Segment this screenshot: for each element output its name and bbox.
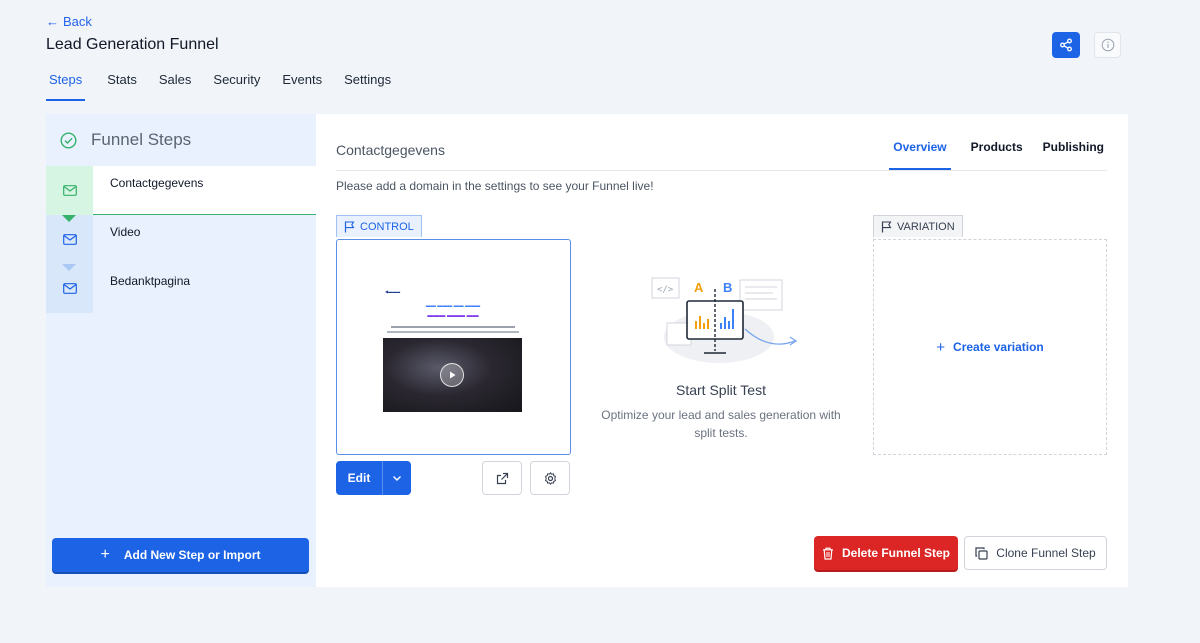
back-label: Back bbox=[63, 14, 92, 29]
sidebar-header: Funnel Steps bbox=[46, 114, 316, 166]
play-icon bbox=[440, 363, 464, 387]
sidebar-step-bedanktpagina[interactable]: Bedanktpagina bbox=[46, 264, 316, 313]
info-icon bbox=[1101, 38, 1114, 52]
sidebar-step-contactgegevens[interactable]: Contactgegevens bbox=[46, 166, 316, 222]
step-arrow bbox=[62, 215, 76, 222]
tab-events[interactable]: Events bbox=[282, 72, 322, 101]
page-thumbnail: ◀▬▬▬ ▬▬ ▬▬▬ ▬▬ ▬▬▬ ▬▬▬ ▬▬▬ ▬▬ bbox=[383, 286, 523, 416]
flag-icon bbox=[344, 220, 355, 232]
edit-split-button: Edit bbox=[336, 461, 411, 495]
control-preview[interactable]: ◀▬▬▬ ▬▬ ▬▬▬ ▬▬ ▬▬▬ ▬▬▬ ▬▬▬ ▬▬ bbox=[336, 239, 571, 455]
control-badge-label: CONTROL bbox=[360, 220, 414, 233]
plus-icon: + bbox=[100, 546, 110, 563]
step-label: Video bbox=[110, 225, 141, 239]
thumbnail-line: ▬▬▬ ▬▬▬ ▬▬ bbox=[427, 313, 479, 319]
envelope-icon bbox=[62, 185, 77, 196]
tab-stats[interactable]: Stats bbox=[107, 72, 137, 101]
arrow-left-icon: ← bbox=[46, 14, 59, 29]
envelope-icon bbox=[62, 283, 77, 294]
flag-icon bbox=[881, 220, 892, 232]
thumbnail-line bbox=[391, 326, 515, 328]
step-settings-button[interactable] bbox=[530, 461, 570, 495]
back-link[interactable]: ← Back bbox=[46, 14, 92, 29]
page-title: Lead Generation Funnel bbox=[46, 36, 219, 53]
split-test-illustration: </> A B bbox=[649, 271, 809, 372]
check-circle-icon bbox=[60, 131, 77, 149]
split-test-description: Optimize your lead and sales generation … bbox=[601, 408, 841, 440]
funnel-tabs: Steps Stats Sales Security Events Settin… bbox=[46, 72, 413, 101]
tab-products[interactable]: Products bbox=[971, 140, 1023, 170]
step-label: Contactgegevens bbox=[93, 166, 316, 215]
clone-step-button[interactable]: Clone Funnel Step bbox=[964, 536, 1107, 570]
tab-security[interactable]: Security bbox=[213, 72, 260, 101]
thumbnail-logo: ◀▬▬▬ bbox=[385, 289, 401, 294]
thumbnail-video bbox=[383, 338, 522, 412]
delete-step-button[interactable]: Delete Funnel Step bbox=[814, 536, 958, 570]
split-label-b: B bbox=[723, 280, 733, 295]
divider bbox=[336, 170, 1107, 171]
thumbnail-line bbox=[387, 331, 519, 333]
step-title: Contactgegevens bbox=[336, 142, 445, 158]
control-badge: CONTROL bbox=[336, 215, 422, 237]
funnel-steps-sidebar: Funnel Steps Contactgegevens Video Bedan… bbox=[46, 114, 316, 587]
thumbnail-line: ▬▬ ▬▬▬ ▬▬ ▬▬▬ bbox=[425, 303, 481, 309]
clone-label: Clone Funnel Step bbox=[996, 546, 1096, 560]
info-button[interactable] bbox=[1094, 32, 1121, 58]
step-label: Bedanktpagina bbox=[110, 274, 191, 288]
chevron-down-icon bbox=[393, 475, 401, 481]
variation-badge: VARIATION bbox=[873, 215, 963, 237]
domain-notice: Please add a domain in the settings to s… bbox=[336, 179, 654, 193]
share-icon bbox=[1060, 38, 1072, 52]
tab-steps[interactable]: Steps bbox=[46, 72, 86, 101]
step-icon-cell bbox=[46, 166, 93, 222]
create-variation-label: Create variation bbox=[953, 340, 1044, 354]
split-test-title: Start Split Test bbox=[675, 382, 766, 398]
copy-icon bbox=[975, 546, 988, 560]
tab-overview[interactable]: Overview bbox=[889, 140, 951, 170]
step-tabs: Overview Products Publishing bbox=[869, 140, 1104, 170]
add-step-label: Add New Step or Import bbox=[123, 548, 261, 562]
sidebar-step-video[interactable]: Video bbox=[46, 215, 316, 271]
gear-icon bbox=[544, 471, 556, 485]
variation-placeholder: + Create variation bbox=[873, 239, 1107, 455]
create-variation-button[interactable]: + Create variation bbox=[936, 339, 1043, 356]
delete-label: Delete Funnel Step bbox=[841, 546, 951, 560]
edit-dropdown-toggle[interactable] bbox=[383, 461, 411, 495]
envelope-icon bbox=[62, 234, 77, 245]
tab-settings[interactable]: Settings bbox=[344, 72, 391, 101]
svg-text:</>: </> bbox=[657, 285, 674, 295]
step-detail-panel: Contactgegevens Overview Products Publis… bbox=[316, 114, 1128, 587]
trash-icon bbox=[822, 547, 833, 560]
external-link-icon bbox=[496, 472, 508, 484]
open-external-button[interactable] bbox=[482, 461, 522, 495]
step-arrow bbox=[62, 264, 76, 271]
add-step-button[interactable]: + Add New Step or Import bbox=[52, 538, 309, 572]
split-label-a: A bbox=[694, 280, 704, 295]
step-icon-cell bbox=[46, 264, 93, 313]
step-icon-cell bbox=[46, 215, 93, 271]
share-button[interactable] bbox=[1052, 32, 1080, 58]
sidebar-title: Funnel Steps bbox=[91, 130, 192, 149]
tab-publishing[interactable]: Publishing bbox=[1043, 140, 1104, 170]
plus-icon: + bbox=[936, 338, 946, 356]
variation-badge-label: VARIATION bbox=[897, 220, 955, 233]
tab-sales[interactable]: Sales bbox=[159, 72, 192, 101]
edit-button[interactable]: Edit bbox=[336, 461, 383, 495]
